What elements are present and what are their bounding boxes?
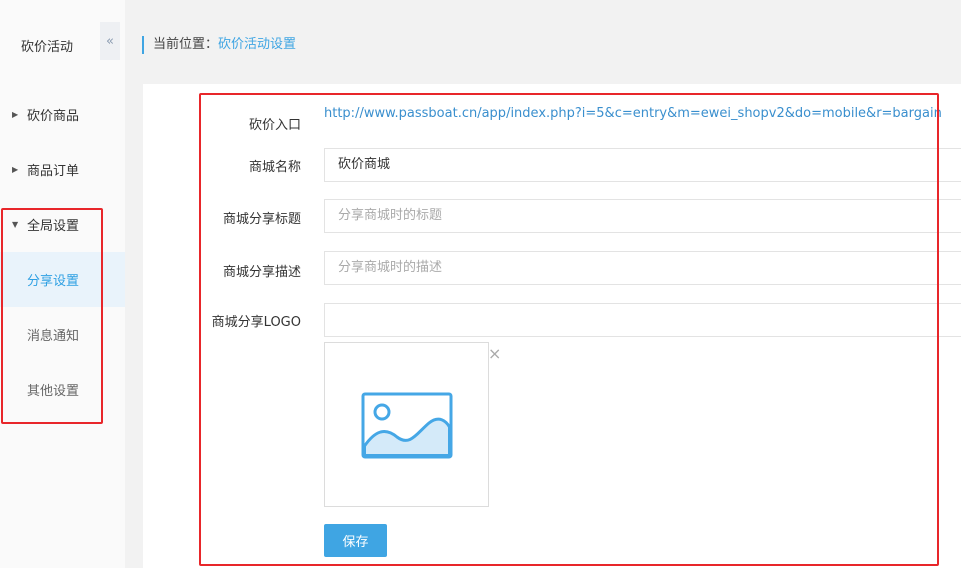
caret-right-icon: ▶ — [12, 110, 19, 119]
double-chevron-left-icon: « — [106, 33, 114, 49]
breadcrumb: 当前位置：砍价活动设置 — [142, 36, 296, 54]
breadcrumb-current[interactable]: 砍价活动设置 — [218, 37, 296, 52]
sidebar-item-label: 砍价商品 — [27, 109, 80, 124]
sidebar-item-bargain-products[interactable]: ▶ 砍价商品 — [0, 87, 125, 142]
breadcrumb-prefix: 当前位置： — [153, 37, 219, 52]
header: 当前位置：砍价活动设置 — [125, 0, 961, 84]
sidebar-item-label: 商品订单 — [27, 164, 80, 179]
caret-right-icon: ▶ — [12, 165, 19, 174]
collapse-sidebar-button[interactable]: « — [100, 22, 120, 60]
annotation-highlight-box — [199, 93, 939, 566]
sidebar-item-product-orders[interactable]: ▶ 商品订单 — [0, 142, 125, 197]
annotation-highlight-box — [1, 208, 103, 424]
sidebar-title: 砍价活动 — [21, 40, 74, 55]
